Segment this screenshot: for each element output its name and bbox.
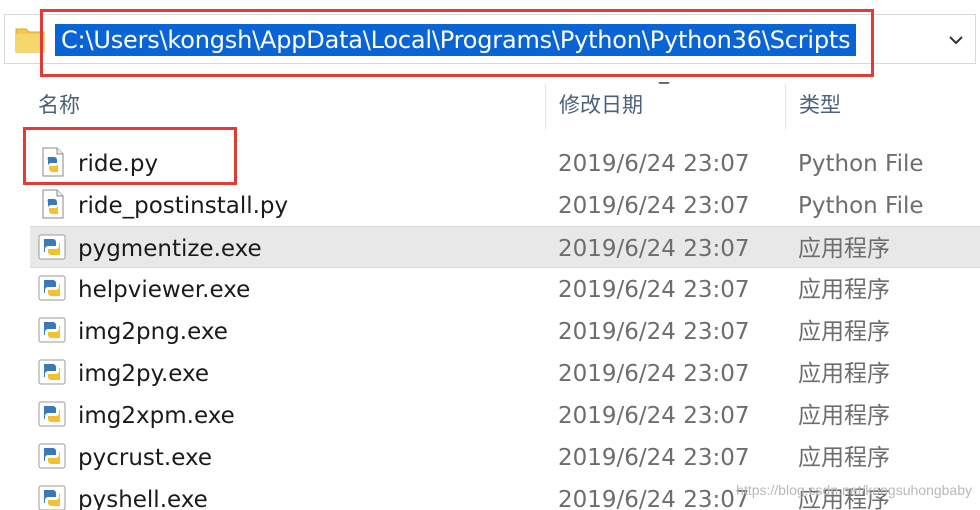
file-name-cell: pycrust.exe: [38, 436, 212, 478]
file-type: 应用程序: [798, 319, 890, 345]
folder-icon: [15, 28, 45, 53]
file-name: img2xpm.exe: [78, 403, 235, 429]
chevron-down-icon[interactable]: [945, 29, 967, 51]
file-type: 应用程序: [798, 445, 890, 471]
file-name: ride_postinstall.py: [78, 193, 289, 219]
file-name: pyshell.exe: [78, 487, 208, 510]
python-script-icon: [42, 189, 64, 218]
file-explorer-window: C:\Users\kongsh\AppData\Local\Programs\P…: [0, 0, 980, 510]
file-name: img2py.exe: [78, 361, 210, 387]
file-name-cell: pyshell.exe: [38, 478, 208, 510]
file-row[interactable]: img2png.exe 2019/6/24 23:07 应用程序: [0, 310, 980, 352]
python-exe-icon: [38, 359, 66, 384]
python-exe-icon: [38, 275, 66, 300]
file-date: 2019/6/24 23:07: [558, 236, 750, 262]
file-name: helpviewer.exe: [78, 277, 251, 303]
address-path-text[interactable]: C:\Users\kongsh\AppData\Local\Programs\P…: [55, 24, 857, 56]
file-name-cell: ride.py: [38, 142, 158, 184]
file-row[interactable]: pycrust.exe 2019/6/24 23:07 应用程序: [0, 436, 980, 478]
file-type: Python File: [798, 151, 924, 177]
file-type: 应用程序: [798, 236, 890, 262]
file-date: 2019/6/24 23:07: [558, 361, 750, 387]
file-type: 应用程序: [798, 361, 890, 387]
file-name: img2png.exe: [78, 319, 228, 345]
file-name-cell: ride_postinstall.py: [38, 184, 288, 226]
column-header-row: 名称 修改日期 类型: [0, 84, 980, 130]
python-exe-icon: [38, 234, 66, 259]
file-name-cell: img2xpm.exe: [38, 394, 235, 436]
file-date: 2019/6/24 23:07: [558, 319, 750, 345]
file-row-hovered[interactable]: pygmentize.exe 2019/6/24 23:07 应用程序: [30, 226, 980, 268]
python-exe-icon: [38, 317, 66, 342]
watermark-text: https://blog.csdn.net/kongsuhongbaby: [736, 482, 972, 498]
file-row[interactable]: helpviewer.exe 2019/6/24 23:07 应用程序: [0, 268, 980, 310]
file-list: ride.py 2019/6/24 23:07 Python File ride…: [0, 142, 980, 510]
file-date: 2019/6/24 23:07: [558, 487, 750, 510]
file-name: ride.py: [78, 151, 159, 177]
file-name: pycrust.exe: [78, 445, 213, 471]
file-date: 2019/6/24 23:07: [558, 151, 750, 177]
file-row[interactable]: img2xpm.exe 2019/6/24 23:07 应用程序: [0, 394, 980, 436]
file-type: Python File: [798, 193, 924, 219]
file-date: 2019/6/24 23:07: [558, 445, 750, 471]
python-exe-icon: [38, 401, 66, 426]
file-row[interactable]: img2py.exe 2019/6/24 23:07 应用程序: [0, 352, 980, 394]
column-header-type[interactable]: 类型: [785, 84, 980, 130]
file-row[interactable]: ride_postinstall.py 2019/6/24 23:07 Pyth…: [0, 184, 980, 226]
file-name-cell: pygmentize.exe: [38, 227, 262, 269]
file-name-cell: helpviewer.exe: [38, 268, 250, 310]
file-type: 应用程序: [798, 403, 890, 429]
python-script-icon: [42, 147, 64, 176]
file-date: 2019/6/24 23:07: [558, 403, 750, 429]
file-date: 2019/6/24 23:07: [558, 277, 750, 303]
file-type: 应用程序: [798, 277, 890, 303]
python-exe-icon: [38, 443, 66, 468]
address-bar[interactable]: C:\Users\kongsh\AppData\Local\Programs\P…: [4, 14, 976, 64]
file-name-cell: img2png.exe: [38, 310, 228, 352]
file-date: 2019/6/24 23:07: [558, 193, 750, 219]
file-name: pygmentize.exe: [78, 236, 262, 262]
column-header-date[interactable]: 修改日期: [545, 84, 785, 130]
column-header-name[interactable]: 名称: [24, 84, 544, 130]
file-name-cell: img2py.exe: [38, 352, 209, 394]
python-exe-icon: [38, 485, 66, 510]
file-row[interactable]: ride.py 2019/6/24 23:07 Python File: [0, 142, 980, 184]
